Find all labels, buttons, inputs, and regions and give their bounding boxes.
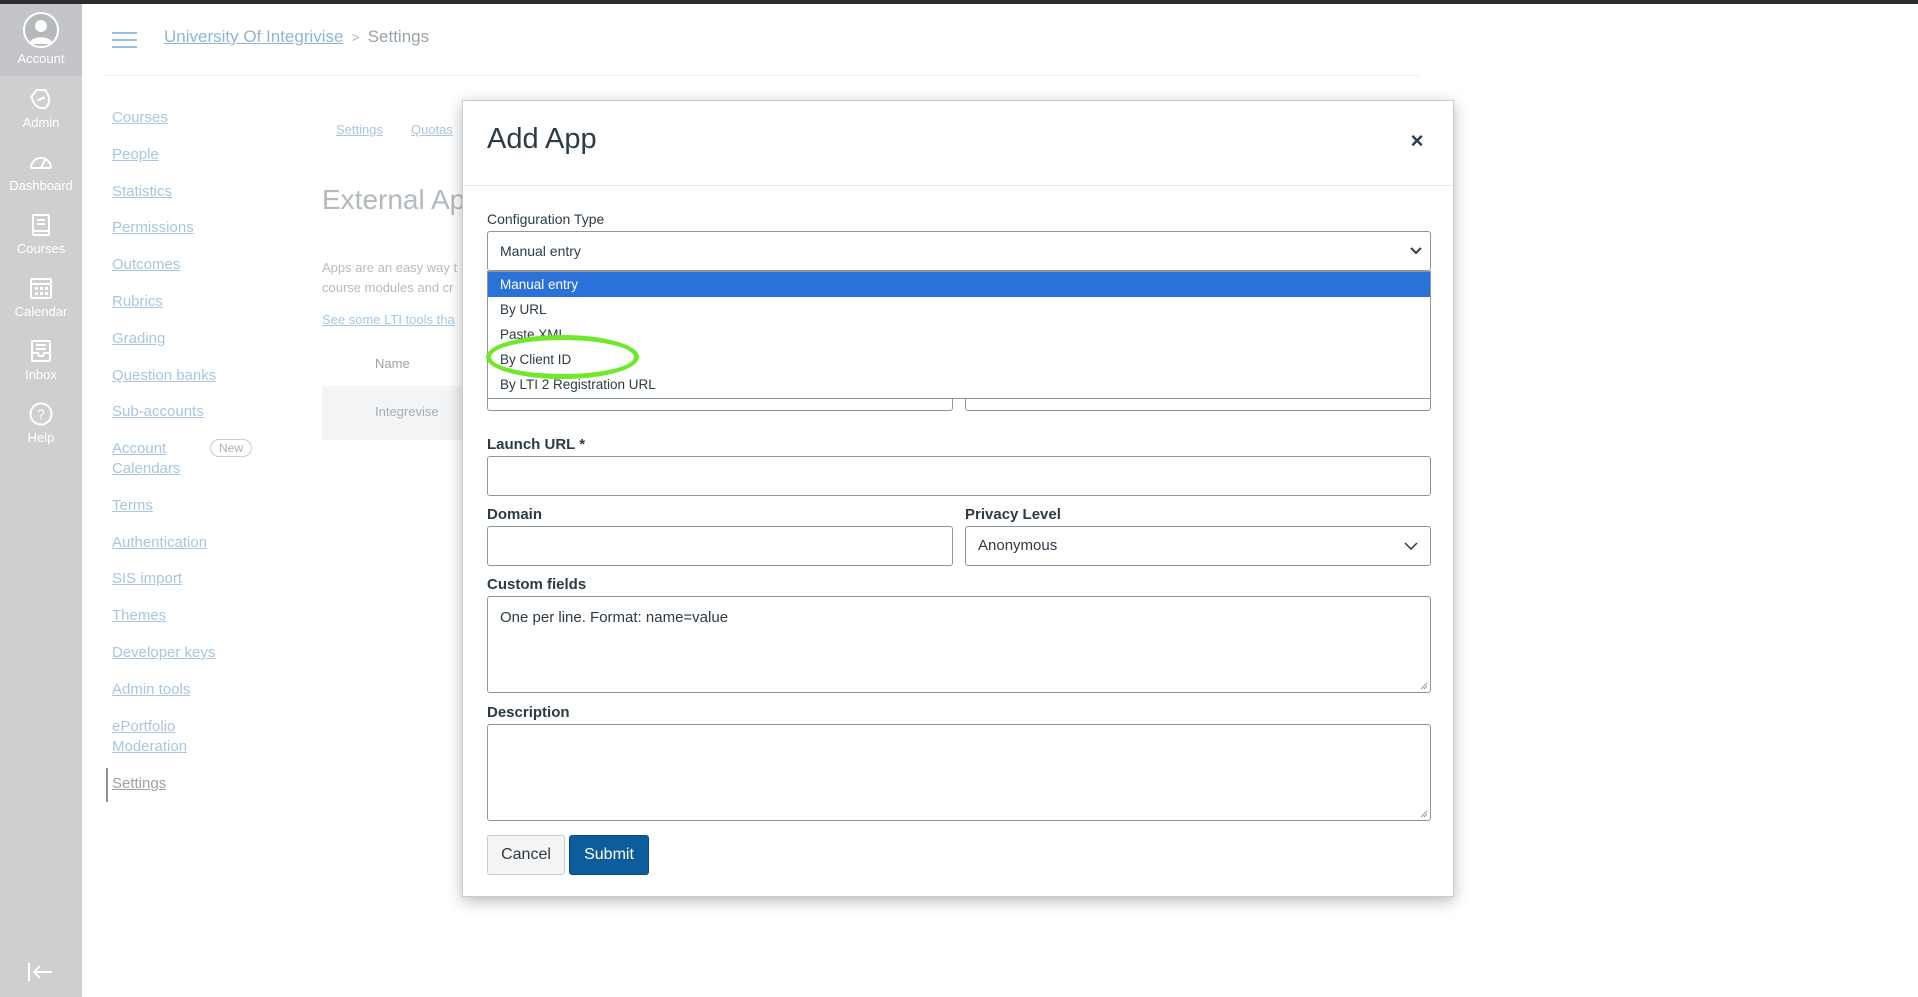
global-nav-admin-label: Admin [22,115,60,130]
custom-fields-label: Custom fields [487,576,587,593]
account-nav-grading[interactable]: Grading [112,329,165,349]
global-nav-account[interactable]: Account [0,4,82,76]
global-nav-dashboard-label: Dashboard [9,178,73,193]
global-nav-dashboard[interactable]: Dashboard [0,143,82,205]
account-nav-sis-import[interactable]: SIS import [112,569,182,589]
submit-button[interactable]: Submit [569,835,649,875]
top-border [0,0,1918,4]
account-nav-outcomes[interactable]: Outcomes [112,255,180,275]
option-paste-xml[interactable]: Paste XML [488,322,1430,347]
account-nav-people[interactable]: People [112,145,159,165]
page-description: Apps are an easy way t course modules an… [322,260,458,295]
option-by-lti2-registration-url[interactable]: By LTI 2 Registration URL [488,372,1430,397]
privacy-level-label: Privacy Level [965,506,1061,523]
resize-handle-icon[interactable] [1420,810,1428,818]
global-nav-help-label: Help [27,430,55,445]
table-row: Integrevise [322,386,462,440]
domain-label: Domain [487,506,543,523]
domain-input[interactable] [487,526,953,566]
breadcrumb-current: Settings [367,27,430,46]
svg-text:?: ? [37,406,45,422]
configuration-type-dropdown: Manual entry By URL Paste XML By Client … [486,271,1431,399]
annotation-highlight-circle [486,335,639,379]
modal-header: Add App × [463,101,1453,186]
chevron-down-icon [1410,247,1422,255]
help-icon: ? [29,402,53,426]
modal-title: Add App [487,123,597,155]
description-textarea[interactable] [487,724,1431,821]
account-nav-permissions[interactable]: Permissions [112,218,194,238]
subtab-settings[interactable]: Settings [336,122,383,137]
account-nav-terms[interactable]: Terms [112,496,153,516]
privacy-level-select[interactable]: Anonymous [965,526,1431,566]
global-nav-courses[interactable]: Courses [0,206,82,268]
configuration-type-select[interactable]: Manual entry [487,231,1431,271]
apps-table-header-name: Name [375,356,410,371]
calendar-icon [30,278,52,299]
breadcrumb-separator-icon: > [351,29,360,45]
account-nav-sub-accounts[interactable]: Sub-accounts [112,402,204,422]
configuration-type-label: Configuration Type [487,211,605,227]
custom-fields-placeholder: One per line. Format: name=value [500,609,729,626]
account-icon [23,12,59,48]
header-divider [106,75,1420,76]
account-nav-themes[interactable]: Themes [112,606,166,626]
privacy-level-value: Anonymous [978,537,1058,554]
launch-url-label: Launch URL * [487,436,586,453]
account-nav-settings[interactable]: Settings [112,774,166,794]
close-icon[interactable]: × [1403,127,1431,155]
chevron-down-icon [1404,542,1418,550]
account-nav-statistics[interactable]: Statistics [112,182,172,202]
configuration-type-value: Manual entry [500,243,581,259]
global-nav-help[interactable]: ? Help [0,395,82,457]
custom-fields-textarea[interactable]: One per line. Format: name=value [487,596,1431,693]
apps-table-row-name: Integrevise [375,404,439,419]
global-nav-courses-label: Courses [16,241,66,256]
global-nav-calendar[interactable]: Calendar [0,269,82,331]
inbox-icon [31,340,51,362]
global-nav-admin[interactable]: Admin [0,80,82,142]
account-nav-courses[interactable]: Courses [112,108,168,128]
new-badge: New [210,439,253,457]
hamburger-menu-icon[interactable] [112,31,137,49]
shield-icon [30,88,51,110]
dashboard-icon [30,157,52,169]
add-app-modal: Add App × Configuration Type Manual entr… [462,100,1454,897]
breadcrumb-account-link[interactable]: University Of Integrivise [164,27,344,46]
account-nav-question-banks[interactable]: Question banks [112,366,216,386]
account-nav-admin-tools[interactable]: Admin tools [112,680,190,700]
page-title: External Ap [322,184,466,215]
lti-tools-link[interactable]: See some LTI tools tha [322,312,455,327]
subtab-quotas[interactable]: Quotas [411,122,453,137]
global-nav: Account Admin Dashboard Courses Calendar… [0,0,82,997]
settings-subtabs: Settings Quotas [336,122,481,137]
global-nav-inbox[interactable]: Inbox [0,332,82,394]
option-by-url[interactable]: By URL [488,297,1430,322]
global-nav-account-label: Account [17,51,65,66]
option-manual-entry[interactable]: Manual entry [488,272,1430,297]
account-nav-rubrics[interactable]: Rubrics [112,292,163,312]
global-nav-inbox-label: Inbox [25,367,57,382]
account-nav-authentication[interactable]: Authentication [112,533,207,553]
collapse-nav-icon[interactable] [26,960,56,984]
breadcrumb: University Of Integrivise > Settings [164,27,429,47]
launch-url-input[interactable] [487,456,1431,496]
active-nav-indicator [106,768,108,802]
global-nav-calendar-label: Calendar [14,304,68,319]
account-nav-developer-keys[interactable]: Developer keys [112,643,215,663]
account-nav-eportfolio-moderation[interactable]: ePortfolio Moderation [112,717,212,757]
resize-handle-icon[interactable] [1420,682,1428,690]
description-label: Description [487,704,570,721]
courses-icon [32,214,50,236]
cancel-button[interactable]: Cancel [487,835,565,875]
account-nav-account-calendars[interactable]: Account Calendars [112,439,192,479]
